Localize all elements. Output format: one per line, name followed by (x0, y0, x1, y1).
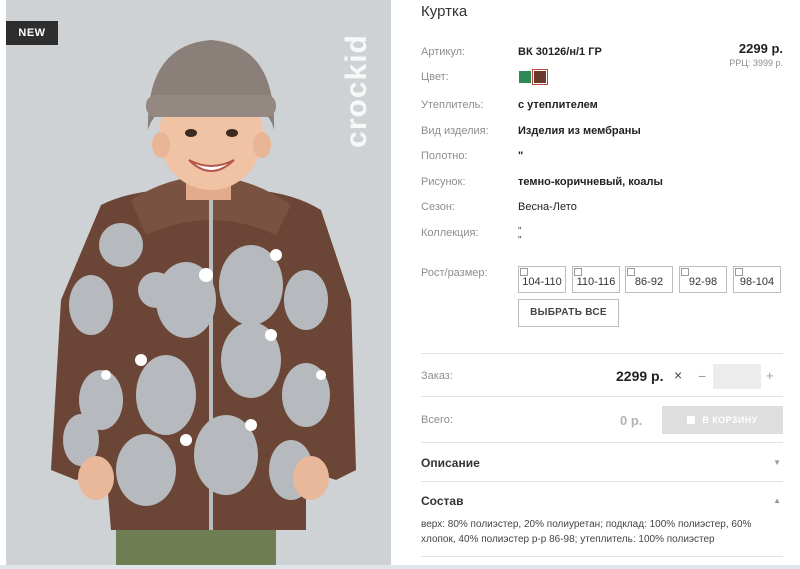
checkbox-icon (735, 268, 743, 276)
brand-logo-text: crockid (339, 34, 373, 148)
attr-label: Утеплитель: (421, 99, 484, 111)
attr-value: с утеплителем (518, 99, 598, 111)
size-option-label: 104-110 (522, 276, 562, 288)
collection-value-2: " (518, 235, 522, 246)
attr-fabric: Полотно: " (421, 150, 783, 166)
attr-collection: Коллекция: (421, 227, 783, 243)
order-unit-price: 2299 р. (616, 368, 664, 384)
brand-watermark: crockid (340, 30, 388, 160)
new-badge: NEW (6, 21, 58, 45)
add-to-cart-label: В КОРЗИНУ (702, 415, 758, 425)
increase-quantity-button[interactable]: + (766, 368, 774, 383)
size-option-label: 86-92 (634, 276, 664, 288)
product-title: Куртка (421, 3, 468, 20)
product-details: Куртка 2299 р. РРЦ: 3999 р. Артикул: ВК … (421, 0, 783, 569)
divider (421, 556, 783, 557)
attr-label: Цвет: (421, 71, 449, 83)
multiply-icon: × (674, 367, 683, 383)
attr-value: темно-коричневый, коалы (518, 176, 663, 188)
size-option-label: 110-116 (576, 276, 616, 288)
select-all-sizes-button[interactable]: ВЫБРАТЬ ВСЕ (518, 299, 619, 327)
add-to-cart-button[interactable]: В КОРЗИНУ (662, 406, 783, 434)
shopping-bag-icon (687, 416, 696, 424)
page-bottom-strip (0, 565, 800, 569)
attr-value: ВК 30126/н/1 ГР (518, 46, 602, 58)
attr-value: Весна-Лето (518, 201, 577, 213)
composition-text: верх: 80% полиэстер, 20% полиуретан; под… (421, 519, 752, 545)
total-value: 0 р. (620, 413, 643, 428)
attr-label: Коллекция: (421, 227, 479, 239)
total-label: Всего: (421, 414, 453, 426)
caret-down-icon[interactable]: ▼ (773, 458, 781, 467)
attr-season: Сезон: Весна-Лето (421, 201, 783, 217)
attr-article: Артикул: ВК 30126/н/1 ГР (421, 46, 783, 62)
composition-section-toggle[interactable]: Состав (421, 494, 463, 508)
quantity-input[interactable] (713, 364, 761, 389)
attr-product-type: Вид изделия: Изделия из мембраны (421, 125, 783, 141)
attr-value: Изделия из мембраны (518, 125, 641, 137)
size-option[interactable]: 86-92 (625, 266, 673, 293)
checkbox-icon (681, 268, 689, 276)
size-option[interactable]: 98-104 (733, 266, 781, 293)
attr-label: Рисунок: (421, 176, 466, 188)
description-section-toggle[interactable]: Описание (421, 456, 480, 470)
checkbox-icon (520, 268, 528, 276)
order-label: Заказ: (421, 370, 453, 382)
size-label: Рост/размер: (421, 267, 488, 279)
checkbox-icon (627, 268, 635, 276)
color-swatch-green[interactable] (519, 71, 531, 83)
decrease-quantity-button[interactable]: − (698, 368, 706, 384)
attr-label: Артикул: (421, 46, 466, 58)
attr-label: Сезон: (421, 201, 455, 213)
size-option[interactable]: 104-110 (518, 266, 566, 293)
divider (421, 481, 783, 482)
divider (421, 396, 783, 397)
size-option-label: 92-98 (688, 276, 718, 288)
size-option[interactable]: 110-116 (572, 266, 620, 293)
checkbox-icon (574, 268, 582, 276)
attr-label: Полотно: (421, 150, 468, 162)
attr-color: Цвет: (421, 71, 783, 87)
caret-up-icon[interactable]: ▲ (773, 496, 781, 505)
child-in-koala-jacket-image (6, 0, 391, 569)
divider (421, 353, 783, 354)
attr-value: " (518, 150, 524, 162)
attr-insulation: Утеплитель: с утеплителем (421, 99, 783, 115)
attr-pattern: Рисунок: темно-коричневый, коалы (421, 176, 783, 192)
size-option[interactable]: 92-98 (679, 266, 727, 293)
color-swatch-brown-selected[interactable] (532, 69, 548, 85)
size-option-label: 98-104 (739, 276, 775, 288)
product-photo[interactable]: NEW crockid (6, 0, 391, 569)
attr-label: Вид изделия: (421, 125, 489, 137)
divider (421, 442, 783, 443)
